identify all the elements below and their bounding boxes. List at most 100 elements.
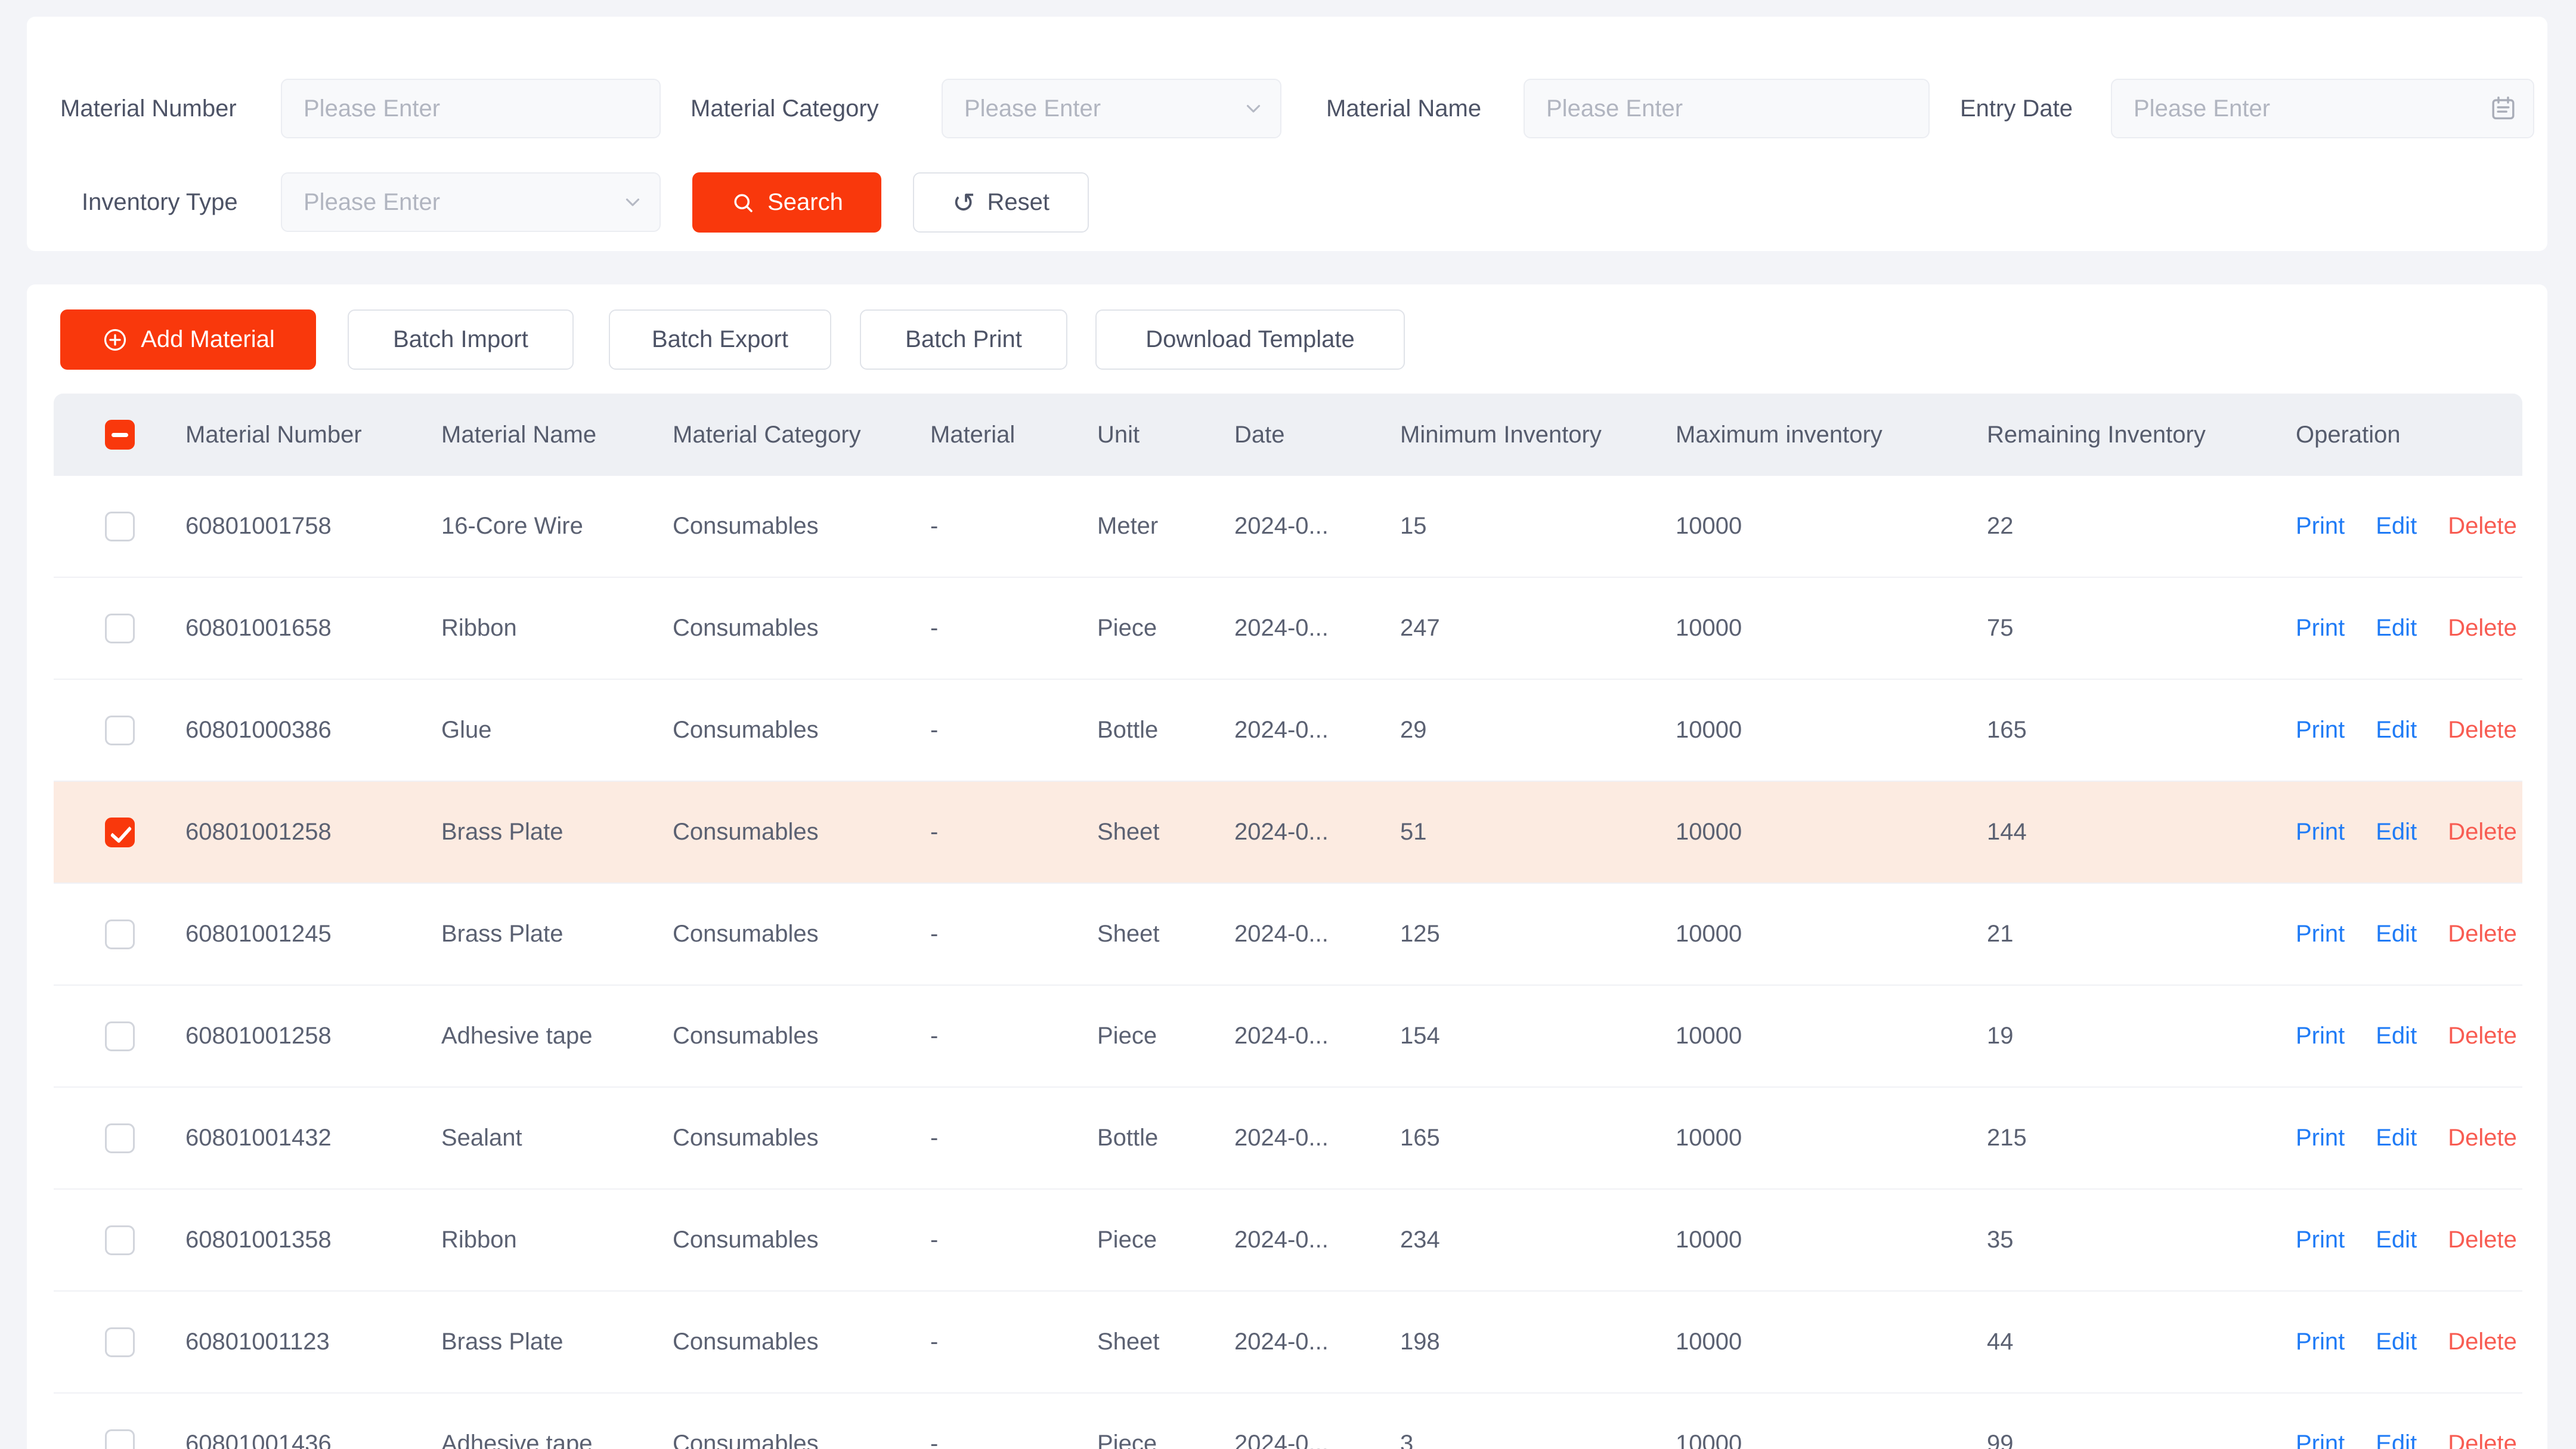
col-header-unit: Unit	[1097, 422, 1234, 448]
edit-link[interactable]: Edit	[2376, 1023, 2417, 1049]
print-link[interactable]: Print	[2296, 921, 2345, 948]
add-material-button[interactable]: Add Material	[60, 309, 316, 370]
select-all-checkbox[interactable]	[105, 420, 135, 450]
edit-link[interactable]: Edit	[2376, 819, 2417, 846]
print-link[interactable]: Print	[2296, 1431, 2345, 1449]
material-category-select[interactable]: Please Enter	[942, 79, 1281, 138]
reset-button[interactable]: ↺ Reset	[913, 172, 1089, 233]
material-name-input[interactable]: Please Enter	[1524, 79, 1930, 138]
cell-material-number: 60801001658	[185, 615, 441, 642]
cell-minimum-inventory: 234	[1400, 1227, 1676, 1253]
table-row: 60801001436 Adhesive tape Consumables - …	[54, 1394, 2522, 1449]
cell-minimum-inventory: 154	[1400, 1023, 1676, 1049]
cell-material: -	[930, 921, 1097, 948]
delete-link[interactable]: Delete	[2448, 819, 2517, 846]
edit-link[interactable]: Edit	[2376, 921, 2417, 948]
edit-link[interactable]: Edit	[2376, 615, 2417, 642]
table-body: 60801001758 16-Core Wire Consumables - M…	[54, 476, 2522, 1449]
cell-material-category: Consumables	[673, 1227, 930, 1253]
cell-unit: Bottle	[1097, 1125, 1234, 1151]
batch-import-label: Batch Import	[393, 326, 528, 353]
batch-export-button[interactable]: Batch Export	[609, 309, 831, 370]
table-row: 60801001658 Ribbon Consumables - Piece 2…	[54, 578, 2522, 680]
print-link[interactable]: Print	[2296, 615, 2345, 642]
row-checkbox[interactable]	[105, 614, 135, 643]
cell-minimum-inventory: 29	[1400, 717, 1676, 744]
cell-minimum-inventory: 247	[1400, 615, 1676, 642]
delete-link[interactable]: Delete	[2448, 1125, 2517, 1151]
edit-link[interactable]: Edit	[2376, 1329, 2417, 1355]
delete-link[interactable]: Delete	[2448, 1329, 2517, 1355]
cell-material-number: 60801001358	[185, 1227, 441, 1253]
cell-remaining-inventory: 215	[1987, 1125, 2296, 1151]
batch-import-button[interactable]: Batch Import	[348, 309, 574, 370]
search-icon	[730, 190, 756, 215]
row-checkbox[interactable]	[105, 919, 135, 949]
table-header-row: Material Number Material Name Material C…	[54, 394, 2522, 476]
delete-link[interactable]: Delete	[2448, 1431, 2517, 1449]
cell-date: 2024-0...	[1234, 1329, 1400, 1355]
print-link[interactable]: Print	[2296, 819, 2345, 846]
material-number-placeholder: Please Enter	[304, 95, 440, 122]
col-header-remaining-inventory: Remaining Inventory	[1987, 422, 2296, 448]
cell-material: -	[930, 819, 1097, 846]
delete-link[interactable]: Delete	[2448, 1023, 2517, 1049]
row-checkbox[interactable]	[105, 716, 135, 745]
delete-link[interactable]: Delete	[2448, 717, 2517, 744]
batch-print-button[interactable]: Batch Print	[860, 309, 1067, 370]
cell-unit: Meter	[1097, 513, 1234, 540]
inventory-type-label: Inventory Type	[82, 172, 238, 232]
edit-link[interactable]: Edit	[2376, 1125, 2417, 1151]
row-checkbox[interactable]	[105, 1429, 135, 1449]
cell-date: 2024-0...	[1234, 1431, 1400, 1449]
table-row: 60801000386 Glue Consumables - Bottle 20…	[54, 680, 2522, 782]
row-checkbox[interactable]	[105, 512, 135, 541]
inventory-type-select[interactable]: Please Enter	[281, 172, 661, 232]
delete-link[interactable]: Delete	[2448, 921, 2517, 948]
cell-material-number: 60801001123	[185, 1329, 441, 1355]
edit-link[interactable]: Edit	[2376, 513, 2417, 540]
cell-maximum-inventory: 10000	[1676, 717, 1987, 744]
row-checkbox[interactable]	[105, 1225, 135, 1255]
reset-button-label: Reset	[987, 189, 1050, 216]
cell-maximum-inventory: 10000	[1676, 1227, 1987, 1253]
cell-minimum-inventory: 15	[1400, 513, 1676, 540]
cell-unit: Piece	[1097, 1023, 1234, 1049]
print-link[interactable]: Print	[2296, 1329, 2345, 1355]
cell-remaining-inventory: 35	[1987, 1227, 2296, 1253]
cell-material-category: Consumables	[673, 513, 930, 540]
edit-link[interactable]: Edit	[2376, 717, 2417, 744]
edit-link[interactable]: Edit	[2376, 1227, 2417, 1253]
search-button[interactable]: Search	[692, 172, 881, 233]
cell-remaining-inventory: 21	[1987, 921, 2296, 948]
delete-link[interactable]: Delete	[2448, 513, 2517, 540]
cell-minimum-inventory: 51	[1400, 819, 1676, 846]
delete-link[interactable]: Delete	[2448, 1227, 2517, 1253]
cell-maximum-inventory: 10000	[1676, 1125, 1987, 1151]
cell-remaining-inventory: 99	[1987, 1431, 2296, 1449]
delete-link[interactable]: Delete	[2448, 615, 2517, 642]
table-row: 60801001258 Adhesive tape Consumables - …	[54, 986, 2522, 1088]
cell-maximum-inventory: 10000	[1676, 1329, 1987, 1355]
print-link[interactable]: Print	[2296, 1227, 2345, 1253]
material-number-input[interactable]: Please Enter	[281, 79, 661, 138]
row-checkbox[interactable]	[105, 1021, 135, 1051]
cell-maximum-inventory: 10000	[1676, 1023, 1987, 1049]
download-template-button[interactable]: Download Template	[1095, 309, 1405, 370]
print-link[interactable]: Print	[2296, 1125, 2345, 1151]
entry-date-input[interactable]: Please Enter	[2111, 79, 2534, 138]
cell-material-category: Consumables	[673, 921, 930, 948]
edit-link[interactable]: Edit	[2376, 1431, 2417, 1449]
print-link[interactable]: Print	[2296, 717, 2345, 744]
print-link[interactable]: Print	[2296, 1023, 2345, 1049]
col-header-material-name: Material Name	[441, 422, 673, 448]
cell-material-name: Ribbon	[441, 615, 673, 642]
material-name-placeholder: Please Enter	[1546, 95, 1683, 122]
print-link[interactable]: Print	[2296, 513, 2345, 540]
row-checkbox[interactable]	[105, 1123, 135, 1153]
cell-material-category: Consumables	[673, 717, 930, 744]
row-checkbox[interactable]	[105, 1327, 135, 1357]
cell-date: 2024-0...	[1234, 1023, 1400, 1049]
download-template-label: Download Template	[1145, 326, 1355, 353]
row-checkbox[interactable]	[105, 818, 135, 847]
